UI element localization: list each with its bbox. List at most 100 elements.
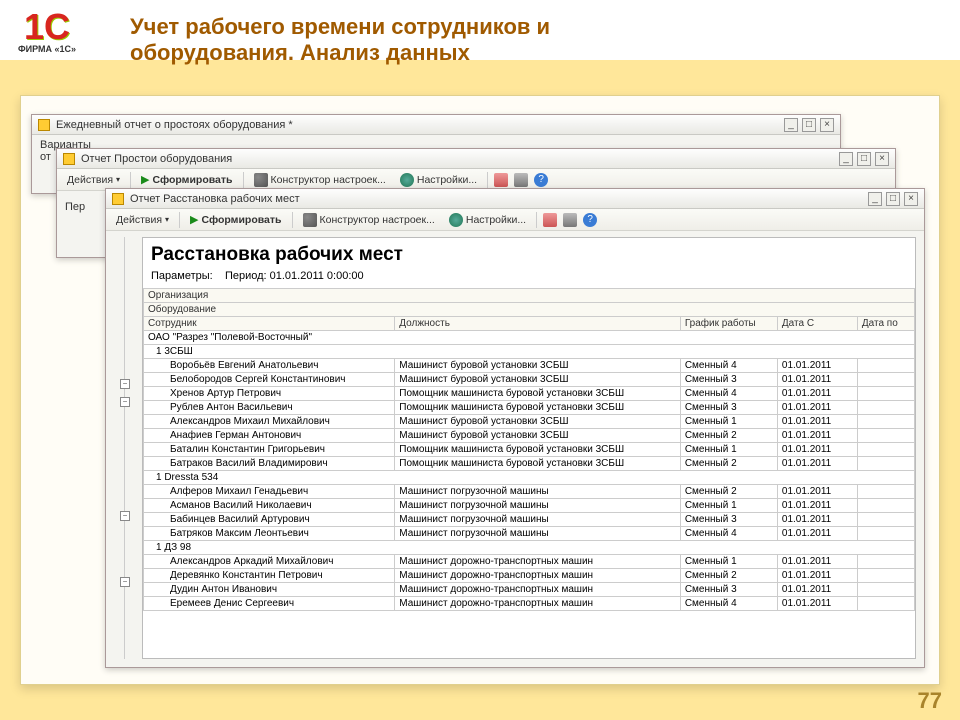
separator [179,212,180,228]
cell-date-from: 01.01.2011 [777,429,857,443]
cell-date-from: 01.01.2011 [777,387,857,401]
table-row[interactable]: Баталин Константин ГригорьевичПомощник м… [144,443,915,457]
actions-menu[interactable]: Действия▾ [112,213,173,227]
window-icon [63,153,75,165]
cell-date-from: 01.01.2011 [777,485,857,499]
page-title: Учет рабочего времени сотрудников и обор… [130,14,550,66]
table-row[interactable]: Бабинцев Василий АртуровичМашинист погру… [144,513,915,527]
generate-button[interactable]: ▶Сформировать [137,172,236,187]
table-row[interactable]: Хренов Артур ПетровичПомощник машиниста … [144,387,915,401]
cell-employee: Батраков Василий Владимирович [144,457,395,471]
report-body: ОАО "Разрез "Полевой-Восточный"1 3СБШВор… [144,331,915,611]
print-icon[interactable] [563,213,577,227]
maximize-button[interactable]: □ [802,118,816,132]
outline-toggle[interactable]: − [120,577,130,587]
report-table: Организация Оборудование Сотрудник Должн… [143,288,915,611]
cell-date-from: 01.01.2011 [777,583,857,597]
titlebar[interactable]: Отчет Простои оборудования _ □ × [57,149,895,169]
close-button[interactable]: × [875,152,889,166]
logo-main: 1C [18,12,76,42]
table-row[interactable]: Александров Аркадий МихайловичМашинист д… [144,555,915,569]
settings-constructor-button[interactable]: Конструктор настроек... [299,212,439,228]
table-row[interactable]: Алферов Михаил ГенадьевичМашинист погруз… [144,485,915,499]
speaker-icon[interactable] [494,173,508,187]
close-button[interactable]: × [820,118,834,132]
cell-position: Помощник машиниста буровой установки 3СБ… [395,443,681,457]
help-icon[interactable]: ? [534,173,548,187]
gear-icon [449,213,463,227]
window-workplace-allocation-report: Отчет Расстановка рабочих мест _ □ × Дей… [105,188,925,668]
close-button[interactable]: × [904,192,918,206]
print-icon[interactable] [514,173,528,187]
table-row[interactable]: Воробьёв Евгений АнатольевичМашинист бур… [144,359,915,373]
table-row[interactable]: Рублев Антон ВасильевичПомощник машинист… [144,401,915,415]
help-icon[interactable]: ? [583,213,597,227]
equipment-group[interactable]: 1 Dressta 534 [144,471,915,485]
cell-position: Машинист буровой установки 3СБШ [395,415,681,429]
maximize-button[interactable]: □ [886,192,900,206]
cell-employee: Александров Аркадий Михайлович [144,555,395,569]
cell-date-to [857,583,914,597]
cell-position: Помощник машиниста буровой установки 3СБ… [395,457,681,471]
titlebar[interactable]: Отчет Расстановка рабочих мест _ □ × [106,189,924,209]
table-row[interactable]: Деревянко Константин ПетровичМашинист до… [144,569,915,583]
table-row[interactable]: Анафиев Герман АнтоновичМашинист буровой… [144,429,915,443]
settings-button[interactable]: Настройки... [445,212,530,228]
cell-position: Машинист буровой установки 3СБШ [395,359,681,373]
cell-date-to [857,359,914,373]
cell-schedule: Сменный 1 [680,499,777,513]
cell-employee: Батряков Максим Леонтьевич [144,527,395,541]
cell-employee: Воробьёв Евгений Анатольевич [144,359,395,373]
table-row[interactable]: Дудин Антон ИвановичМашинист дорожно-тра… [144,583,915,597]
cell-date-from: 01.01.2011 [777,443,857,457]
gear-icon [400,173,414,187]
table-row[interactable]: Александров Михаил МихайловичМашинист бу… [144,415,915,429]
settings-constructor-button[interactable]: Конструктор настроек... [250,172,390,188]
equipment-group[interactable]: 1 3СБШ [144,345,915,359]
col-position: Должность [395,317,681,331]
page-title-line1: Учет рабочего времени сотрудников и [130,14,550,39]
outline-toggle[interactable]: − [120,397,130,407]
table-row[interactable]: Батраков Василий ВладимировичПомощник ма… [144,457,915,471]
generate-button[interactable]: ▶Сформировать [186,212,285,227]
separator [487,172,488,188]
cell-date-from: 01.01.2011 [777,513,857,527]
cell-schedule: Сменный 4 [680,387,777,401]
cell-schedule: Сменный 2 [680,457,777,471]
cell-schedule: Сменный 1 [680,415,777,429]
titlebar[interactable]: Ежедневный отчет о простоях оборудования… [32,115,840,135]
col-employee: Сотрудник [144,317,395,331]
table-row[interactable]: Еремеев Денис СергеевичМашинист дорожно-… [144,597,915,611]
minimize-button[interactable]: _ [784,118,798,132]
window-icon [38,119,50,131]
settings-button[interactable]: Настройки... [396,172,481,188]
cell-employee: Александров Михаил Михайлович [144,415,395,429]
equipment-group[interactable]: 1 ДЗ 98 [144,541,915,555]
outline-toggle[interactable]: − [120,511,130,521]
cell-position: Машинист погрузочной машины [395,513,681,527]
minimize-button[interactable]: _ [839,152,853,166]
wrench-icon [254,173,268,187]
col-date-to: Дата по [857,317,914,331]
cell-date-from: 01.01.2011 [777,401,857,415]
speaker-icon[interactable] [543,213,557,227]
separator [243,172,244,188]
cell-employee: Бабинцев Василий Артурович [144,513,395,527]
cell-position: Помощник машиниста буровой установки 3СБ… [395,401,681,415]
cell-date-to [857,499,914,513]
table-row[interactable]: Белобородов Сергей КонстантиновичМашинис… [144,373,915,387]
window-title: Отчет Расстановка рабочих мест [130,193,868,205]
report-parameters: Параметры: Период: 01.01.2011 0:00:00 [143,268,915,288]
col-organization: Организация [144,289,915,303]
window-icon [112,193,124,205]
cell-schedule: Сменный 3 [680,513,777,527]
cell-date-from: 01.01.2011 [777,359,857,373]
cell-employee: Белобородов Сергей Константинович [144,373,395,387]
actions-menu[interactable]: Действия▾ [63,173,124,187]
outline-toggle[interactable]: − [120,379,130,389]
cell-schedule: Сменный 2 [680,485,777,499]
minimize-button[interactable]: _ [868,192,882,206]
table-row[interactable]: Асманов Василий НиколаевичМашинист погру… [144,499,915,513]
table-row[interactable]: Батряков Максим ЛеонтьевичМашинист погру… [144,527,915,541]
maximize-button[interactable]: □ [857,152,871,166]
